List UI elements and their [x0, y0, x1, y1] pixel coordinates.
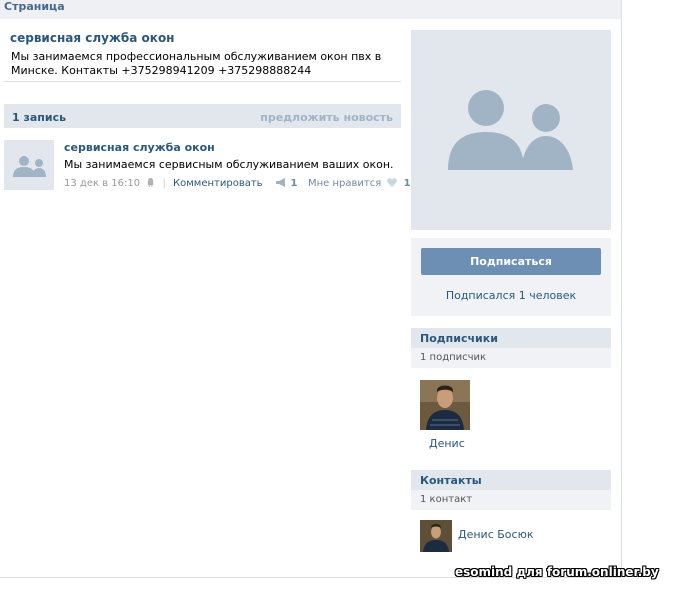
follower-name[interactable]: Денис [429, 437, 465, 450]
comment-link[interactable]: Комментировать [173, 178, 263, 189]
contact-name[interactable]: Денис Босюк [458, 528, 533, 541]
contacts-count-bar: 1 контакт [411, 490, 611, 510]
person-photo-icon [420, 520, 452, 552]
suggest-news-link[interactable]: предложить новость [260, 111, 393, 124]
post-text: Мы занимаемся сервисным обслуживанием ва… [64, 158, 394, 171]
page-title: сервисная служба окон [10, 31, 175, 45]
divider [4, 81, 401, 82]
android-icon [148, 178, 154, 187]
watermark: esomind для forum.onliner.by [455, 565, 659, 579]
post-date[interactable]: 13 дек в 16:10 [64, 178, 140, 189]
followers-count: 1 подписчик [420, 352, 487, 363]
subscribe-box: Подписаться Подписался 1 человек [411, 238, 611, 316]
top-header: Страница [0, 0, 621, 19]
follower-avatar[interactable] [420, 380, 470, 430]
followers-title: Подписчики [420, 332, 498, 345]
wall-header: 1 запись предложить новость [4, 104, 401, 128]
community-photo[interactable] [411, 30, 611, 230]
header-title: Страница [4, 0, 65, 13]
share-count: 1 [290, 178, 298, 189]
like-label: Мне нравится [308, 178, 382, 189]
megaphone-icon [276, 178, 285, 187]
person-photo-icon [420, 380, 470, 430]
community-placeholder-icon [448, 90, 573, 170]
contacts-title: Контакты [420, 474, 482, 487]
community-avatar-icon [13, 156, 46, 177]
share-button[interactable]: 1 [276, 178, 297, 189]
post-meta: 13 дек в 16:10 | Комментировать [64, 178, 263, 189]
post-avatar[interactable] [4, 140, 54, 190]
followers-header[interactable]: Подписчики [411, 328, 611, 348]
like-count: 1 [403, 178, 411, 189]
subscribed-count[interactable]: Подписался 1 человек [411, 289, 611, 302]
contacts-count: 1 контакт [420, 494, 473, 505]
contact-avatar[interactable] [420, 520, 452, 552]
heart-icon [387, 178, 398, 187]
post-author[interactable]: сервисная служба окон [64, 141, 215, 154]
followers-count-bar: 1 подписчик [411, 348, 611, 368]
like-button[interactable]: Мне нравится 1 [308, 178, 411, 189]
contacts-header[interactable]: Контакты [411, 470, 611, 490]
wall-count[interactable]: 1 запись [12, 111, 66, 124]
subscribe-button[interactable]: Подписаться [421, 248, 601, 275]
page-description: Мы занимаемся профессиональным обслужива… [11, 50, 382, 77]
